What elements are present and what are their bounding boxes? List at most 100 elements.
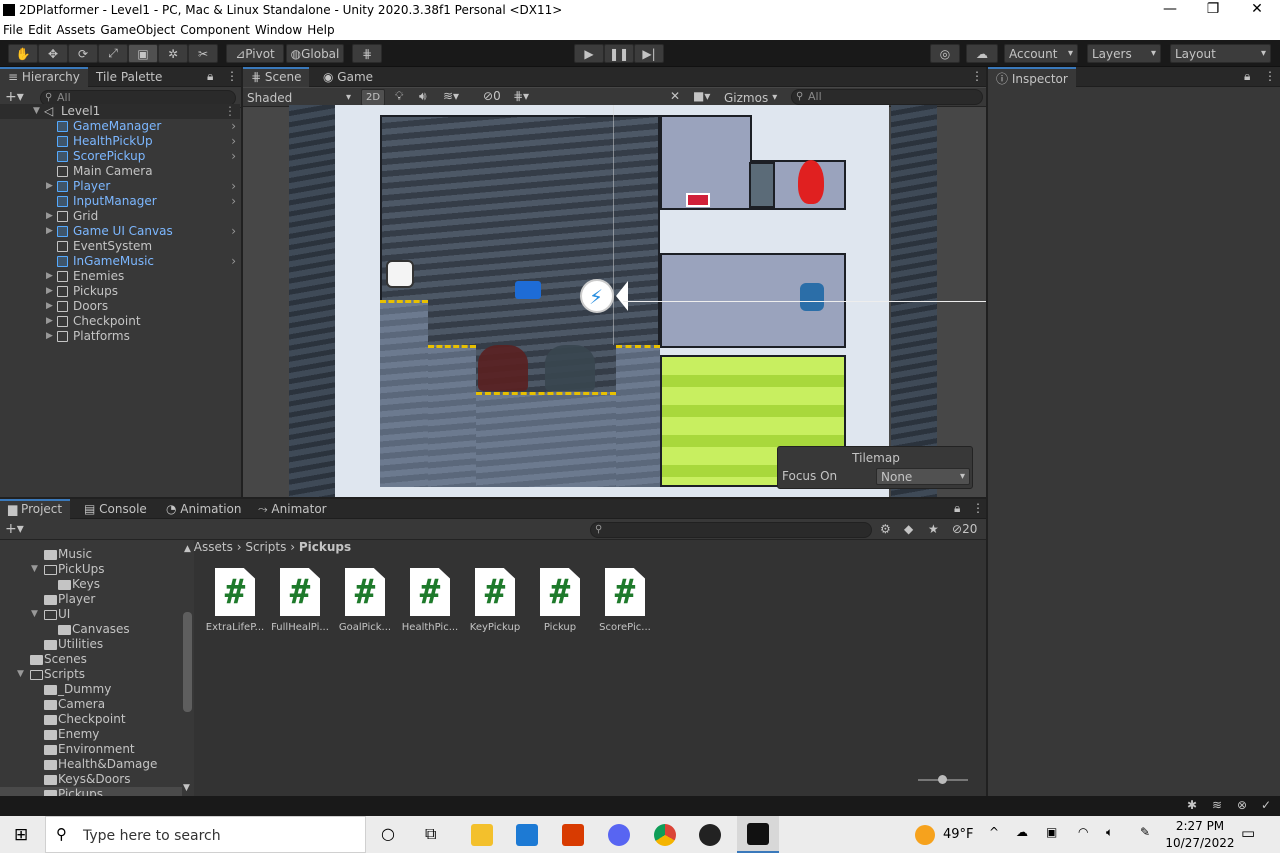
- global-toggle[interactable]: ◍ Global: [286, 44, 344, 63]
- clock-time[interactable]: 2:27 PM: [1160, 819, 1240, 833]
- play-button[interactable]: ▶: [574, 44, 604, 63]
- taskbar-search[interactable]: ⚲ Type here to search: [45, 816, 366, 853]
- chevron-right-icon[interactable]: ›: [231, 179, 236, 194]
- hierarchy-item[interactable]: EventSystem: [0, 239, 240, 254]
- hand-tool-icon[interactable]: ✋: [8, 44, 38, 63]
- folder-tree-item[interactable]: ▼ UI: [0, 607, 182, 622]
- camera-icon[interactable]: ■▾: [693, 89, 710, 103]
- hierarchy-item[interactable]: GameManager ›: [0, 119, 240, 134]
- hierarchy-item[interactable]: InGameMusic ›: [0, 254, 240, 269]
- expand-arrow-icon[interactable]: ▶: [46, 209, 53, 224]
- restore-button[interactable]: ❐: [1203, 1, 1223, 17]
- folder-tree-item[interactable]: Pickups: [0, 787, 182, 796]
- folder-tree-item[interactable]: Keys: [0, 577, 182, 592]
- layout-dropdown[interactable]: Layout: [1170, 44, 1271, 63]
- unity-hub-icon[interactable]: [699, 824, 721, 846]
- onedrive-icon[interactable]: ☁: [1016, 825, 1028, 839]
- expand-arrow-icon[interactable]: ▶: [46, 299, 53, 314]
- hierarchy-item[interactable]: InputManager ›: [0, 194, 240, 209]
- expand-arrow-icon[interactable]: ▶: [46, 179, 53, 194]
- cortana-icon[interactable]: ○: [381, 824, 395, 843]
- folder-tree-item[interactable]: Scenes: [0, 652, 182, 667]
- weather-icon[interactable]: [915, 825, 935, 845]
- windows-start-icon[interactable]: ⊞: [14, 825, 28, 845]
- pause-button[interactable]: ❚❚: [604, 44, 634, 63]
- tab-console[interactable]: ▤ Console: [76, 499, 155, 519]
- expand-arrow-icon[interactable]: ▶: [46, 284, 53, 299]
- audio-icon[interactable]: 🔊︎: [419, 89, 427, 104]
- chevron-right-icon[interactable]: ›: [231, 194, 236, 209]
- chrome-icon[interactable]: [654, 824, 676, 846]
- asset-script-item[interactable]: # KeyPickup: [465, 568, 525, 633]
- expand-arrow-icon[interactable]: ▶: [46, 329, 53, 344]
- expand-arrow-icon[interactable]: ▼: [31, 562, 38, 577]
- more-menu-icon[interactable]: ⋮: [224, 104, 236, 119]
- folder-tree-item[interactable]: Checkpoint: [0, 712, 182, 727]
- hierarchy-item[interactable]: ▶ Checkpoint: [0, 314, 240, 329]
- clock-date[interactable]: 10/27/2022: [1160, 836, 1240, 850]
- menu-file[interactable]: File: [0, 21, 25, 37]
- discord-icon[interactable]: [608, 824, 630, 846]
- expand-arrow-icon[interactable]: ▼: [33, 104, 40, 119]
- breadcrumb-pickups[interactable]: Pickups: [299, 540, 351, 554]
- asset-script-item[interactable]: # GoalPick...: [335, 568, 395, 633]
- lock-icon[interactable]: 🔒︎: [207, 69, 213, 84]
- expand-arrow-icon[interactable]: ▶: [46, 269, 53, 284]
- focus-on-dropdown[interactable]: None: [876, 468, 970, 485]
- 2d-toggle[interactable]: 2D: [361, 89, 385, 106]
- hierarchy-item[interactable]: ScorePickup ›: [0, 149, 240, 164]
- lighting-icon[interactable]: 💡︎: [395, 89, 403, 104]
- tab-game[interactable]: ◉ Game: [315, 67, 381, 87]
- grid-icon[interactable]: ⋕▾: [513, 89, 529, 103]
- layers-dropdown[interactable]: Layers: [1087, 44, 1161, 63]
- shading-dropdown[interactable]: Shaded: [243, 89, 355, 106]
- folder-tree-item[interactable]: Environment: [0, 742, 182, 757]
- asset-script-item[interactable]: # ExtraLifeP...: [205, 568, 265, 633]
- pivot-toggle[interactable]: ⊿ Pivot: [226, 44, 284, 63]
- folder-tree-item[interactable]: ▼ Scripts: [0, 667, 182, 682]
- rect-tool-icon[interactable]: ▣: [128, 44, 158, 63]
- hidden-packages-icon[interactable]: ⊘20: [952, 522, 977, 536]
- menu-assets[interactable]: Assets: [53, 21, 97, 37]
- tab-inspector[interactable]: ⓘ Inspector: [988, 67, 1076, 87]
- move-tool-icon[interactable]: ✥: [38, 44, 68, 63]
- asset-script-item[interactable]: # ScorePic...: [595, 568, 655, 633]
- lock-icon[interactable]: 🔒︎: [1244, 69, 1250, 84]
- tab-animation[interactable]: ◔ Animation: [158, 499, 249, 519]
- chevron-right-icon[interactable]: ›: [231, 254, 236, 269]
- chevron-right-icon[interactable]: ›: [231, 224, 236, 239]
- expand-arrow-icon[interactable]: ▶: [46, 314, 53, 329]
- chevron-right-icon[interactable]: ›: [231, 134, 236, 149]
- action-center-icon[interactable]: ▭: [1241, 824, 1255, 842]
- asset-script-item[interactable]: # HealthPic...: [400, 568, 460, 633]
- unity-editor-taskbar-button[interactable]: [737, 816, 779, 853]
- expand-arrow-icon[interactable]: ▼: [31, 607, 38, 622]
- folder-tree-item[interactable]: Player: [0, 592, 182, 607]
- chevron-right-icon[interactable]: ›: [231, 149, 236, 164]
- folder-tree-item[interactable]: Keys&Doors: [0, 772, 182, 787]
- notification-area-icon[interactable]: ▣: [1046, 825, 1057, 839]
- folder-tree-item[interactable]: Utilities: [0, 637, 182, 652]
- layers-stack-icon[interactable]: ≋: [1212, 798, 1222, 812]
- asset-script-item[interactable]: # Pickup: [530, 568, 590, 633]
- hierarchy-item[interactable]: ▶ Platforms: [0, 329, 240, 344]
- zoom-slider-handle[interactable]: [938, 775, 947, 784]
- pen-icon[interactable]: ✎: [1140, 825, 1150, 839]
- tab-hierarchy[interactable]: ≡ Hierarchy: [0, 67, 88, 87]
- hierarchy-item[interactable]: ▶ Enemies: [0, 269, 240, 284]
- menu-gameobject[interactable]: GameObject: [97, 21, 177, 37]
- scale-tool-icon[interactable]: ⤢: [98, 44, 128, 63]
- expand-arrow-icon[interactable]: ▶: [46, 224, 53, 239]
- folder-tree-item[interactable]: ▼ PickUps: [0, 562, 182, 577]
- chevron-up-icon[interactable]: ^: [989, 825, 999, 839]
- menu-window[interactable]: Window: [252, 21, 304, 37]
- office-icon[interactable]: [562, 824, 584, 846]
- add-icon[interactable]: +▾: [5, 521, 24, 537]
- hierarchy-item[interactable]: Main Camera: [0, 164, 240, 179]
- auto-gen-icon[interactable]: ⊗: [1237, 798, 1247, 812]
- rotate-tool-icon[interactable]: ⟳: [68, 44, 98, 63]
- hierarchy-item[interactable]: ▶ Player ›: [0, 179, 240, 194]
- menu-help[interactable]: Help: [304, 21, 336, 37]
- account-dropdown[interactable]: Account: [1004, 44, 1078, 63]
- breadcrumb-scripts[interactable]: Scripts: [245, 540, 286, 554]
